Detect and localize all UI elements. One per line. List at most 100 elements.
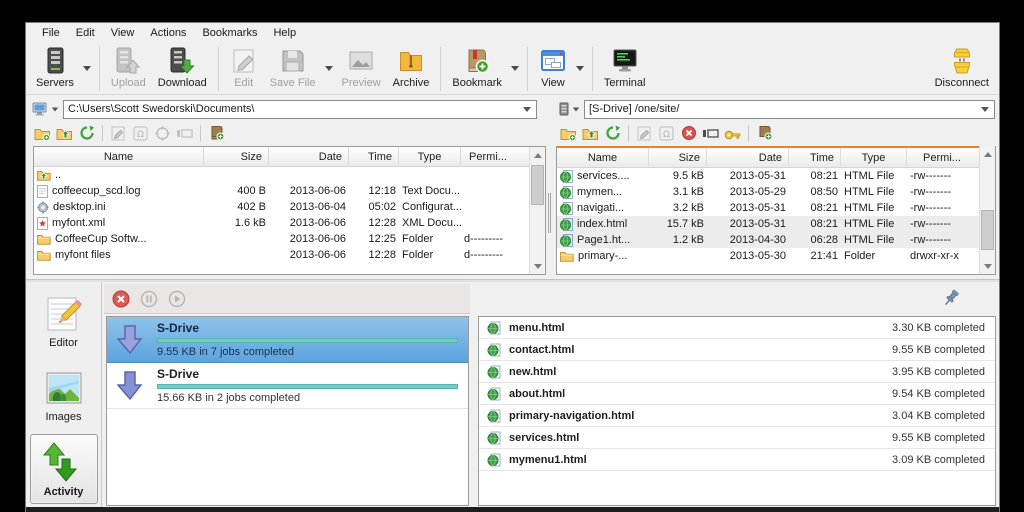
upload-button[interactable]: Upload: [105, 45, 152, 90]
remote-new-folder-button[interactable]: [560, 125, 577, 142]
remote-path-combobox[interactable]: [S-Drive] /one/site/: [584, 100, 995, 119]
remote-refresh-button[interactable]: [604, 125, 621, 142]
column-header-date[interactable]: Date: [269, 147, 349, 166]
edit-file-button[interactable]: [110, 125, 127, 142]
menu-view[interactable]: View: [103, 24, 143, 42]
queue-job-name: S-Drive: [157, 367, 458, 381]
parent-folder-button[interactable]: [56, 125, 73, 142]
save-file-dropdown[interactable]: [322, 45, 336, 91]
remote-snippet-button[interactable]: [756, 125, 773, 142]
table-row[interactable]: desktop.ini 402 B 2013-06-04 05:02 Confi…: [34, 199, 529, 215]
column-header-type[interactable]: Type: [841, 148, 907, 167]
local-path-combobox[interactable]: C:\Users\Scott Swedorski\Documents\: [63, 100, 537, 119]
view-button[interactable]: View: [533, 45, 573, 90]
sidebar-item-images[interactable]: Images: [30, 360, 98, 430]
sidebar-item-editor[interactable]: Editor: [30, 286, 98, 356]
table-row[interactable]: services.... 9.5 kB 2013-05-31 08:21 HTM…: [557, 168, 979, 184]
folder-icon: [37, 233, 51, 245]
menu-help[interactable]: Help: [265, 24, 304, 42]
table-row[interactable]: myfont.xml 1.6 kB 2013-06-06 12:28 XML D…: [34, 215, 529, 231]
menu-bookmarks[interactable]: Bookmarks: [194, 24, 265, 42]
completed-file-name: menu.html: [509, 322, 884, 334]
snippet-button[interactable]: [208, 125, 225, 142]
servers-dropdown[interactable]: [80, 45, 94, 91]
terminal-button[interactable]: Terminal: [598, 45, 652, 90]
remote-parent-folder-button[interactable]: [582, 125, 599, 142]
list-item[interactable]: mymenu1.html 3.09 KB completed: [479, 449, 995, 471]
column-header-type[interactable]: Type: [399, 147, 461, 166]
cancel-transfer-button[interactable]: [112, 290, 130, 308]
local-drive-button[interactable]: [32, 102, 59, 116]
text-file-icon: [37, 185, 48, 198]
list-item[interactable]: menu.html 3.30 KB completed: [479, 317, 995, 339]
save-file-button[interactable]: Save File: [264, 45, 322, 90]
pin-icon[interactable]: [942, 289, 960, 307]
permissions-button[interactable]: [724, 125, 741, 142]
column-header-perm[interactable]: Permi...: [907, 148, 977, 167]
scroll-down-icon[interactable]: [980, 258, 996, 274]
menu-edit[interactable]: Edit: [68, 24, 103, 42]
queue-job[interactable]: S-Drive 9.55 KB in 7 jobs completed: [107, 317, 468, 363]
remote-rename-omega-button[interactable]: Ω: [658, 125, 675, 142]
column-header-name[interactable]: Name: [34, 147, 204, 166]
queue-job[interactable]: S-Drive 15.66 KB in 2 jobs completed: [107, 363, 468, 409]
table-row[interactable]: Page1.ht... 1.2 kB 2013-04-30 06:28 HTML…: [557, 232, 979, 248]
table-row[interactable]: myfont files 2013-06-06 12:28 Folder d--…: [34, 247, 529, 263]
remote-edit-file-button[interactable]: [636, 125, 653, 142]
svg-text:Ω: Ω: [137, 130, 144, 140]
local-list-scrollbar[interactable]: [529, 147, 545, 274]
remote-list-scrollbar[interactable]: [979, 146, 995, 274]
archive-button[interactable]: Archive: [387, 45, 436, 90]
servers-button[interactable]: Servers: [30, 45, 80, 90]
table-row[interactable]: navigati... 3.2 kB 2013-05-31 08:21 HTML…: [557, 200, 979, 216]
column-header-perm[interactable]: Permi...: [461, 147, 515, 166]
list-item[interactable]: contact.html 9.55 KB completed: [479, 339, 995, 361]
bookmark-button[interactable]: Bookmark: [446, 45, 508, 90]
menu-actions[interactable]: Actions: [142, 24, 194, 42]
table-row[interactable]: ..: [34, 167, 529, 183]
scroll-up-icon[interactable]: [980, 146, 996, 162]
menu-file[interactable]: File: [34, 24, 68, 42]
pause-transfer-button[interactable]: [140, 290, 158, 308]
table-row[interactable]: primary-... 2013-05-30 21:41 Folder drwx…: [557, 248, 979, 264]
column-header-size[interactable]: Size: [204, 147, 269, 166]
xml-file-icon: [37, 217, 48, 230]
remote-drive-button[interactable]: [558, 102, 580, 116]
resume-transfer-button[interactable]: [168, 290, 186, 308]
rename-omega-button[interactable]: Ω: [132, 125, 149, 142]
list-item[interactable]: primary-navigation.html 3.04 KB complete…: [479, 405, 995, 427]
view-dropdown[interactable]: [573, 45, 587, 91]
table-row[interactable]: index.html 15.7 kB 2013-05-31 08:21 HTML…: [557, 216, 979, 232]
sidebar-item-activity[interactable]: Activity: [30, 434, 98, 504]
scroll-up-icon[interactable]: [530, 147, 546, 163]
column-header-time[interactable]: Time: [349, 147, 399, 166]
scroll-down-icon[interactable]: [530, 258, 546, 274]
servers-label: Servers: [36, 77, 74, 89]
disconnect-button[interactable]: Disconnect: [929, 45, 995, 90]
table-row[interactable]: coffeecup_scd.log 400 B 2013-06-06 12:18…: [34, 183, 529, 199]
column-header-size[interactable]: Size: [649, 148, 707, 167]
refresh-button[interactable]: [78, 125, 95, 142]
bookmark-dropdown[interactable]: [508, 45, 522, 91]
list-item[interactable]: services.html 9.55 KB completed: [479, 427, 995, 449]
remote-rename-box-button[interactable]: [702, 125, 719, 142]
target-button[interactable]: [154, 125, 171, 142]
table-row[interactable]: mymen... 3.1 kB 2013-05-29 08:50 HTML Fi…: [557, 184, 979, 200]
column-header-name[interactable]: Name: [557, 148, 649, 167]
scrollbar-thumb[interactable]: [981, 210, 994, 250]
new-folder-button[interactable]: [34, 125, 51, 142]
table-row[interactable]: CoffeeCup Softw... 2013-06-06 12:25 Fold…: [34, 231, 529, 247]
delete-button[interactable]: [680, 125, 697, 142]
preview-button[interactable]: Preview: [336, 45, 387, 90]
edit-button[interactable]: Edit: [224, 45, 264, 90]
download-button[interactable]: Download: [152, 45, 213, 90]
scrollbar-thumb[interactable]: [531, 165, 544, 205]
panel-splitter[interactable]: [548, 193, 553, 233]
sidebar-item-label: Images: [45, 411, 81, 423]
list-item[interactable]: new.html 3.95 KB completed: [479, 361, 995, 383]
column-header-time[interactable]: Time: [789, 148, 841, 167]
column-header-date[interactable]: Date: [707, 148, 789, 167]
rename-box-button[interactable]: [176, 125, 193, 142]
list-item[interactable]: about.html 9.54 KB completed: [479, 383, 995, 405]
folder-up-icon: [56, 126, 73, 141]
